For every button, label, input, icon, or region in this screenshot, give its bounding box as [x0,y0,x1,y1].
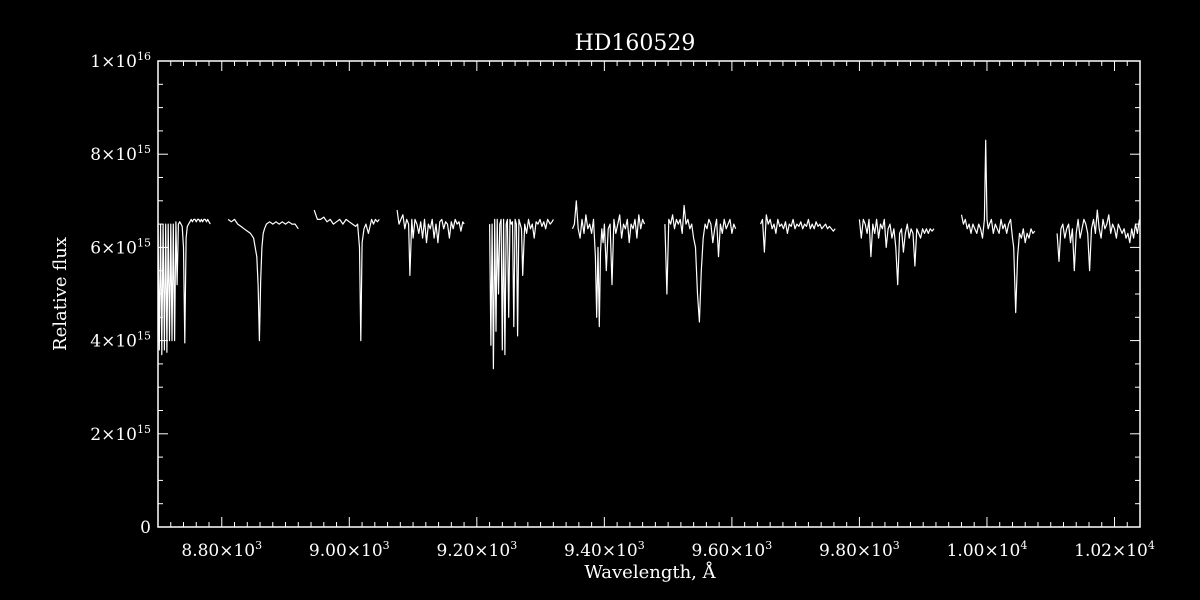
chart-title: HD160529 [575,31,696,56]
x-tick-label: 9.80×103 [819,539,900,561]
x-tick-label: 1.00×104 [947,539,1028,561]
x-tick-label: 8.80×103 [181,539,262,561]
x-tick-label: 1.02×104 [1074,539,1155,561]
x-tick-label: 9.60×103 [692,539,773,561]
y-tick-label: 0 [140,518,151,538]
spectrum-chart: HD160529 8.80×103 9.00×103 9.20×103 9.40×10… [0,0,1200,600]
y-axis-label: Relative flux [50,237,71,351]
x-axis-label: Wavelength, Å [584,561,716,583]
x-tick-label: 9.20×103 [436,539,517,561]
x-tick-label: 9.40×103 [564,539,645,561]
x-tick-label: 9.00×103 [309,539,390,561]
